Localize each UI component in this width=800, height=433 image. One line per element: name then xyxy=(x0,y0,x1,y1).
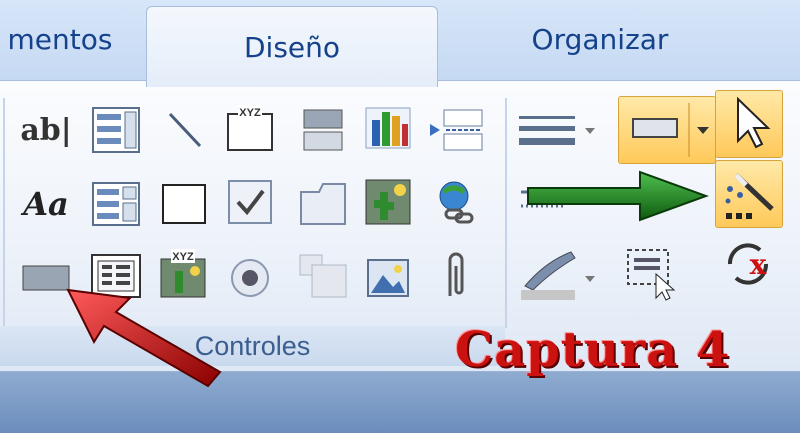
select-pointer-icon xyxy=(737,96,771,149)
bound-object-frame-button[interactable] xyxy=(295,248,351,304)
bound-object-frame-icon xyxy=(299,254,347,298)
insert-page-break-icon xyxy=(430,109,483,151)
checkbox-icon xyxy=(228,180,272,224)
line-color-icon xyxy=(521,251,595,300)
option-button-icon xyxy=(231,259,269,297)
line-thickness-button[interactable] xyxy=(515,102,605,158)
set-default-icon xyxy=(632,103,709,157)
attachment-button[interactable] xyxy=(428,248,484,304)
tab-control-button[interactable] xyxy=(295,176,351,232)
activex-controls-button[interactable]: x xyxy=(718,236,774,292)
hyperlink-button[interactable] xyxy=(428,174,484,230)
group-separator xyxy=(505,98,507,328)
text-box-icon: ab| xyxy=(20,112,72,148)
line-color-button[interactable] xyxy=(515,246,605,302)
image-icon xyxy=(365,179,411,225)
tab-diseno[interactable]: Diseño xyxy=(146,6,438,87)
tab-organizar[interactable]: Organizar xyxy=(470,0,730,78)
image-button[interactable] xyxy=(360,174,416,230)
select-pointer-button[interactable] xyxy=(715,90,783,158)
svg-text:XYZ: XYZ xyxy=(239,107,261,119)
select-all-icon xyxy=(627,249,676,301)
combo-box-icon xyxy=(92,182,140,226)
annotation-caption: Captura 4 xyxy=(455,322,731,378)
line-button[interactable] xyxy=(156,102,212,158)
group-frame-button[interactable]: XYZ xyxy=(222,100,278,156)
toggle-button-icon xyxy=(303,109,343,151)
text-box-button[interactable]: ab| xyxy=(18,102,74,158)
list-box-icon xyxy=(92,107,140,153)
tab-control-icon xyxy=(300,183,346,225)
red-arrow-annotation xyxy=(66,288,222,388)
line-thickness-icon xyxy=(519,116,595,145)
set-default-button[interactable] xyxy=(618,96,716,164)
line-icon xyxy=(168,112,202,148)
activex-icon: x xyxy=(727,243,769,285)
toggle-button[interactable] xyxy=(295,102,351,158)
image-control-icon xyxy=(367,259,409,297)
rectangle-button[interactable] xyxy=(156,176,212,232)
group-separator xyxy=(3,98,5,328)
attachment-icon xyxy=(448,252,464,296)
image-control-button[interactable] xyxy=(360,250,416,306)
insert-page-break-button[interactable] xyxy=(428,102,484,158)
label-button[interactable]: Aa xyxy=(18,176,74,232)
hyperlink-icon xyxy=(439,181,474,224)
group-frame-icon: XYZ xyxy=(227,105,273,151)
option-button[interactable] xyxy=(222,250,278,306)
select-all-button[interactable] xyxy=(624,246,680,302)
list-box-button[interactable] xyxy=(88,102,144,158)
chart-icon xyxy=(365,107,411,149)
rectangle-icon xyxy=(162,184,206,224)
checkbox-button[interactable] xyxy=(222,174,278,230)
use-control-wizards-button[interactable] xyxy=(715,160,783,228)
svg-text:XYZ: XYZ xyxy=(172,251,194,263)
svg-text:x: x xyxy=(750,248,767,281)
tab-elementos[interactable]: mentos xyxy=(0,0,140,78)
combo-box-button[interactable] xyxy=(88,176,144,232)
use-wizards-icon xyxy=(725,173,774,219)
label-icon: Aa xyxy=(23,185,69,223)
green-arrow-annotation xyxy=(527,170,709,222)
chart-button[interactable] xyxy=(360,100,416,156)
